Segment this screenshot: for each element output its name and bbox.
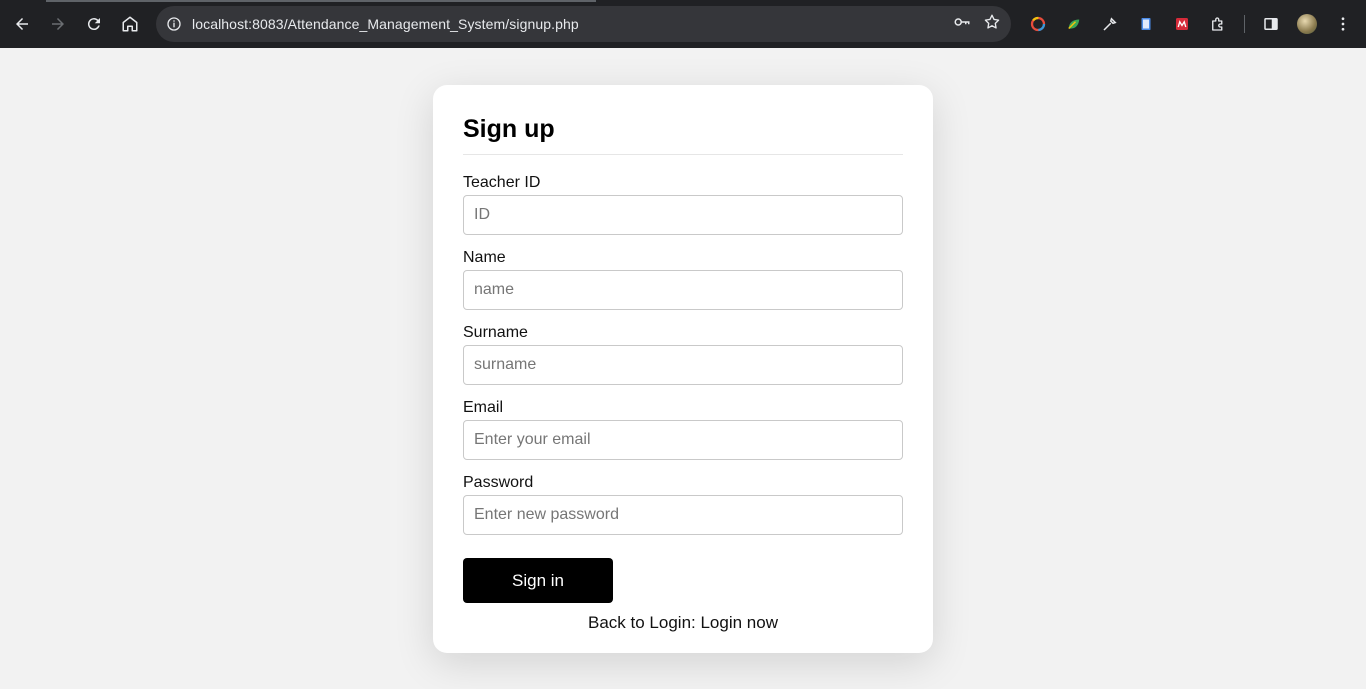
reload-icon [87, 18, 100, 31]
key-icon[interactable] [953, 13, 971, 36]
url-text[interactable]: localhost:8083/Attendance_Management_Sys… [192, 16, 579, 32]
profile-avatar[interactable] [1289, 6, 1325, 42]
sign-in-button[interactable]: Sign in [463, 558, 613, 603]
page-title: Sign up [463, 115, 903, 155]
password-field[interactable] [463, 495, 903, 535]
password-label: Password [463, 474, 534, 491]
email-label: Email [463, 399, 504, 416]
back-button[interactable] [4, 6, 40, 42]
puzzle-icon[interactable] [1200, 6, 1236, 42]
mendeley-icon[interactable] [1164, 6, 1200, 42]
name-input[interactable] [463, 270, 903, 310]
site-info-button[interactable] [156, 6, 192, 42]
side-panel-icon[interactable] [1253, 6, 1289, 42]
reload-button[interactable] [76, 6, 112, 42]
extensions-area [1020, 6, 1361, 42]
avatar [1297, 14, 1317, 34]
surname-group: Surname [463, 324, 903, 385]
surname-input[interactable] [463, 345, 903, 385]
teacher-id-label: Teacher ID [463, 174, 541, 191]
eyedropper-icon[interactable] [1092, 6, 1128, 42]
email-group: Email [463, 399, 903, 460]
teacher-id-group: Teacher ID [463, 174, 903, 235]
book-icon[interactable] [1128, 6, 1164, 42]
name-label: Name [463, 249, 506, 266]
tab-strip-indicator [46, 0, 596, 2]
browser-toolbar: localhost:8083/Attendance_Management_Sys… [0, 0, 1366, 48]
star-icon[interactable] [983, 13, 1001, 36]
home-button[interactable] [112, 6, 148, 42]
leaf-icon[interactable] [1056, 6, 1092, 42]
teacher-id-input[interactable] [463, 195, 903, 235]
name-group: Name [463, 249, 903, 310]
info-icon [167, 17, 181, 31]
arrow-right-icon [52, 18, 64, 30]
address-bar[interactable]: localhost:8083/Attendance_Management_Sys… [156, 6, 1011, 42]
email-field[interactable] [463, 420, 903, 460]
signup-card: Sign up Teacher ID Name Surname Email Pa… [433, 85, 933, 653]
toolbar-divider [1244, 15, 1245, 33]
surname-label: Surname [463, 324, 528, 341]
back-to-login-link[interactable]: Back to Login: Login now [463, 613, 903, 633]
password-group: Password [463, 474, 903, 535]
color-wheel-icon[interactable] [1020, 6, 1056, 42]
forward-button[interactable] [40, 6, 76, 42]
page-content: Sign up Teacher ID Name Surname Email Pa… [0, 48, 1366, 689]
home-icon [122, 16, 138, 32]
arrow-left-icon [16, 18, 28, 30]
more-vertical-icon[interactable] [1325, 6, 1361, 42]
